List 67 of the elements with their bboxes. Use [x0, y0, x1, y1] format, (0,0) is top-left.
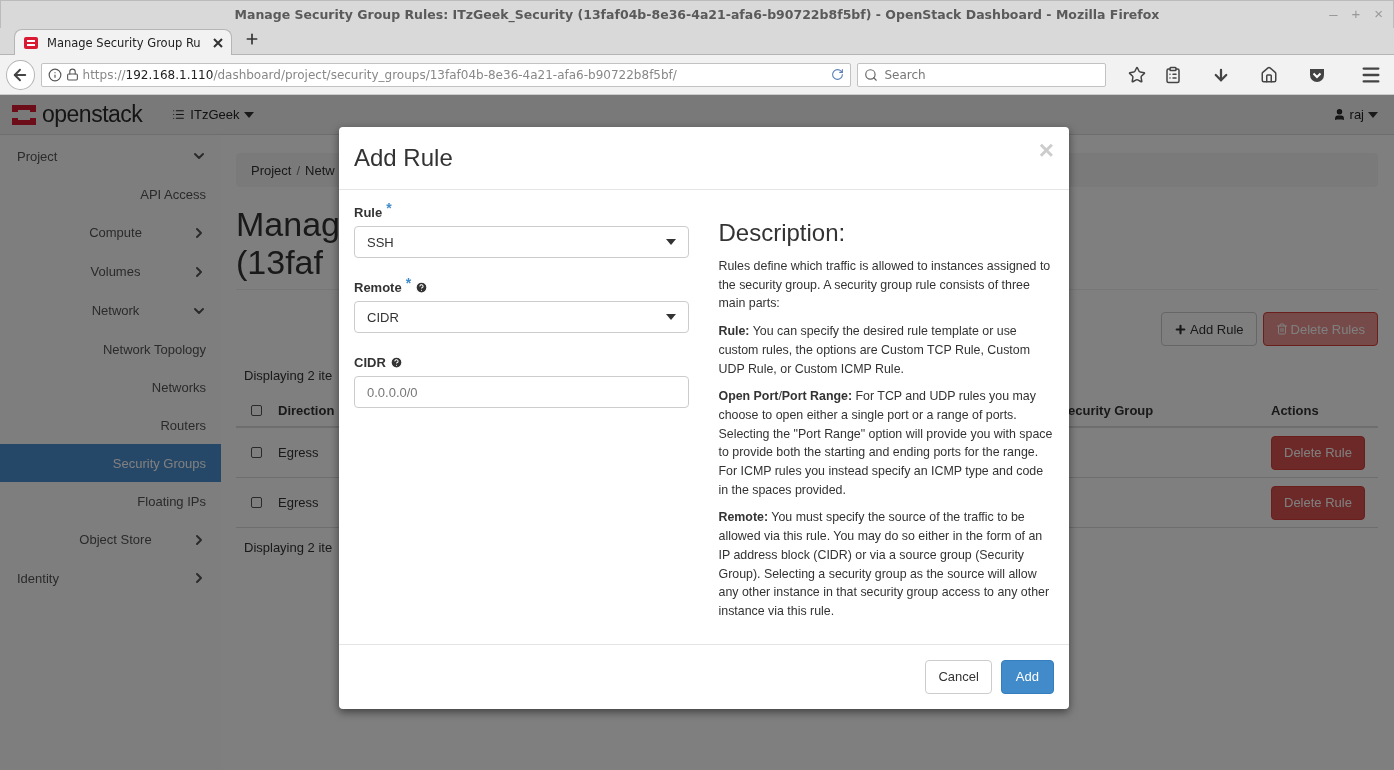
field-label: Rule: [354, 205, 383, 220]
sidebar-item[interactable]: Floating IPs: [0, 482, 221, 520]
caret-icon: [665, 314, 676, 320]
item-count: Displaying 2 ite: [244, 368, 333, 383]
sidebar-item[interactable]: Routers: [0, 406, 221, 444]
add-button[interactable]: Add: [1000, 659, 1054, 694]
column-header: Direction: [278, 402, 335, 418]
table-cell: Egress: [278, 495, 319, 510]
openstack-logo: openstack: [10, 100, 143, 129]
user-icon: [1332, 108, 1346, 121]
field-label: CIDR: [354, 355, 386, 370]
caret-icon: [1368, 111, 1378, 118]
input-field[interactable]: 0.0.0.0/0: [354, 376, 689, 408]
window-control[interactable]: ×: [1374, 5, 1383, 22]
required-mark: *: [405, 275, 412, 291]
description-paragraph: Open Port/Port Range: For TCP and UDP rules you may choose to open either a single port or a range of ports. Selecting the "Port Range" option will provide you with space to provide both the starting and ending ports for the range. For ICMP rules you instead specify an ICMP type and code in the spaces provided.: [718, 388, 1054, 499]
reload-icon[interactable]: [831, 68, 845, 81]
sidebar-item[interactable]: Networks: [0, 368, 221, 406]
project-dropdown[interactable]: ITzGeek: [166, 106, 261, 123]
sidebar-item[interactable]: Security Groups: [0, 444, 221, 482]
openstack-logo-icon: [23, 34, 39, 51]
description-title: Description:: [718, 219, 847, 247]
dialog-title: Add Rule: [354, 144, 453, 172]
sidebar-group[interactable]: Project: [0, 137, 221, 175]
select-field[interactable]: CIDR: [354, 301, 689, 333]
item-count: Displaying 2 ite: [244, 540, 333, 555]
breadcrumb-link[interactable]: Project: [251, 162, 292, 178]
checkbox[interactable]: [251, 404, 262, 416]
description-paragraph: Remote: You must specify the source of the traffic to be allowed via this rule. You may do so either in the form of an IP address block (CIDR) or via a source group (Security Group). Selecting a security group as the source will allow any other instance in that security group access to any other instance via this rule.: [718, 509, 1051, 620]
caret-icon: [244, 111, 255, 118]
caret-icon: [665, 239, 676, 245]
window-control[interactable]: –: [1329, 5, 1338, 22]
breadcrumb-separator: /: [296, 162, 301, 178]
delete-rule-button[interactable]: Delete Rule: [1271, 435, 1365, 470]
sidebar-group[interactable]: Object Store: [0, 520, 221, 559]
sidebar-group[interactable]: Network: [0, 291, 221, 330]
checkbox[interactable]: [251, 497, 262, 508]
close-icon[interactable]: [213, 37, 223, 48]
cancel-button[interactable]: Cancel: [925, 659, 992, 694]
user-menu[interactable]: raj: [1326, 106, 1384, 123]
table-cell: Egress: [278, 445, 319, 460]
checkbox[interactable]: [251, 447, 262, 458]
column-header: ecurity Group: [1068, 402, 1154, 418]
trash-icon: [1275, 323, 1288, 335]
column-header: Actions: [1271, 402, 1319, 418]
delete-rule-button[interactable]: Delete Rule: [1271, 485, 1365, 520]
sidebar-item[interactable]: API Access: [0, 175, 221, 213]
sidebar-group[interactable]: Identity: [0, 559, 221, 597]
window-control[interactable]: +: [1351, 5, 1361, 22]
lock-icon: [65, 68, 79, 81]
add-rule-button[interactable]: Add Rule: [1161, 312, 1257, 346]
search-field[interactable]: Search: [857, 62, 1106, 87]
plus-icon: [1174, 322, 1188, 336]
select-field[interactable]: SSH: [354, 226, 689, 258]
search-icon: [864, 67, 879, 82]
sidebar-item[interactable]: Network Topology: [0, 330, 221, 368]
breadcrumb-link[interactable]: Netw: [305, 162, 335, 178]
sidebar-group[interactable]: Compute: [0, 213, 221, 252]
description-paragraph: Rule: You can specify the desired rule template or use custom rules, the options are Custom TCP Rule, Custom UDP Rule, or Custom ICMP Rule.: [718, 323, 1031, 378]
info-icon: [47, 67, 62, 82]
url-field[interactable]: https://192.168.1.110/dashboard/project/security_groups/13faf04b-8e36-4a21-afa6-b90722b8f5bf/: [40, 62, 852, 87]
sidebar-group[interactable]: Volumes: [0, 252, 221, 291]
plus-icon: [244, 31, 260, 47]
window-title: Manage Security Group Rules: ITzGeek_Security (13faf04b-8e36-4a21-afa6-b90722b8f5bf) - OpenStack Dashboard - Mozilla Firefox: [234, 7, 1160, 22]
list-icon: [172, 108, 186, 121]
back-button[interactable]: [6, 59, 35, 90]
browser-tab[interactable]: Manage Security Group Ru: [14, 29, 232, 55]
